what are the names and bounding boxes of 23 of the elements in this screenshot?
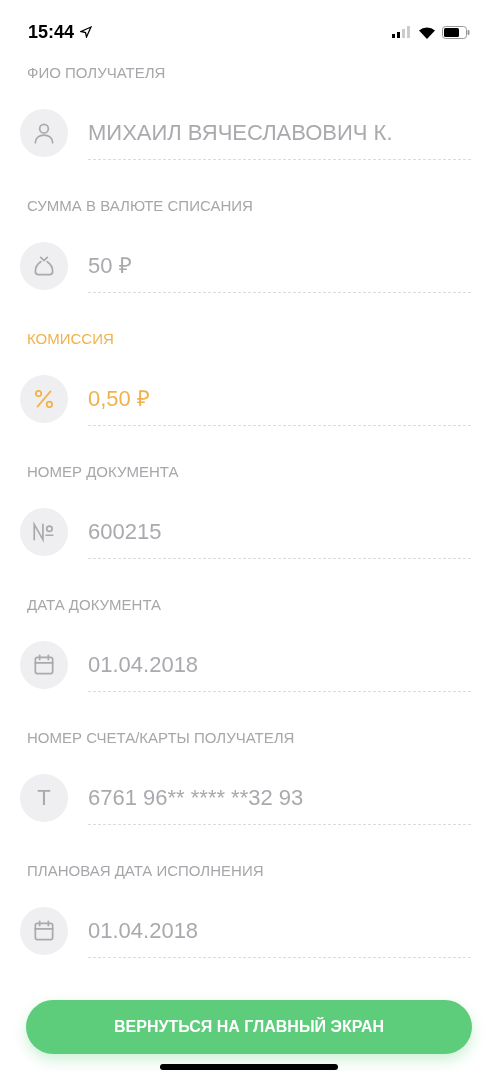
field-label: ДАТА ДОКУМЕНТА <box>27 595 163 615</box>
field-label: НОМЕР ДОКУМЕНТА <box>27 462 180 482</box>
field-value: 6761 96** **** **32 93 <box>88 784 304 812</box>
field-icon-letter: T <box>37 786 51 809</box>
calendar-icon <box>31 917 57 944</box>
calendar-icon <box>31 651 57 678</box>
field-value: 600215 <box>88 518 162 546</box>
field-label: ФИО ПОЛУЧАТЕЛЯ <box>27 63 167 83</box>
field-label: КОМИССИЯ <box>27 329 115 349</box>
battery-icon <box>442 25 470 39</box>
field-value: 01.04.2018 <box>88 651 199 679</box>
field-label: СУММА В ВАЛЮТЕ СПИСАНИЯ <box>27 196 254 216</box>
field-value: МИХАИЛ ВЯЧЕСЛАВОВИЧ К. <box>88 119 393 147</box>
location-arrow-icon <box>80 26 93 38</box>
field-label: НОМЕР СЧЕТА/КАРТЫ ПОЛУЧАТЕЛЯ <box>27 728 296 748</box>
return-home-button[interactable]: ВЕРНУТЬСЯ НА ГЛАВНЫЙ ЭКРАН <box>26 1000 472 1054</box>
wifi-icon <box>418 25 436 39</box>
field-value: 01.04.2018 <box>88 917 199 945</box>
field-label: ПЛАНОВАЯ ДАТА ИСПОЛНЕНИЯ <box>27 861 265 881</box>
field-value: 50 ₽ <box>88 252 132 280</box>
signal-icon <box>392 26 412 38</box>
field-value: 0,50 ₽ <box>88 385 150 413</box>
status-time: 15:44 <box>28 20 75 44</box>
